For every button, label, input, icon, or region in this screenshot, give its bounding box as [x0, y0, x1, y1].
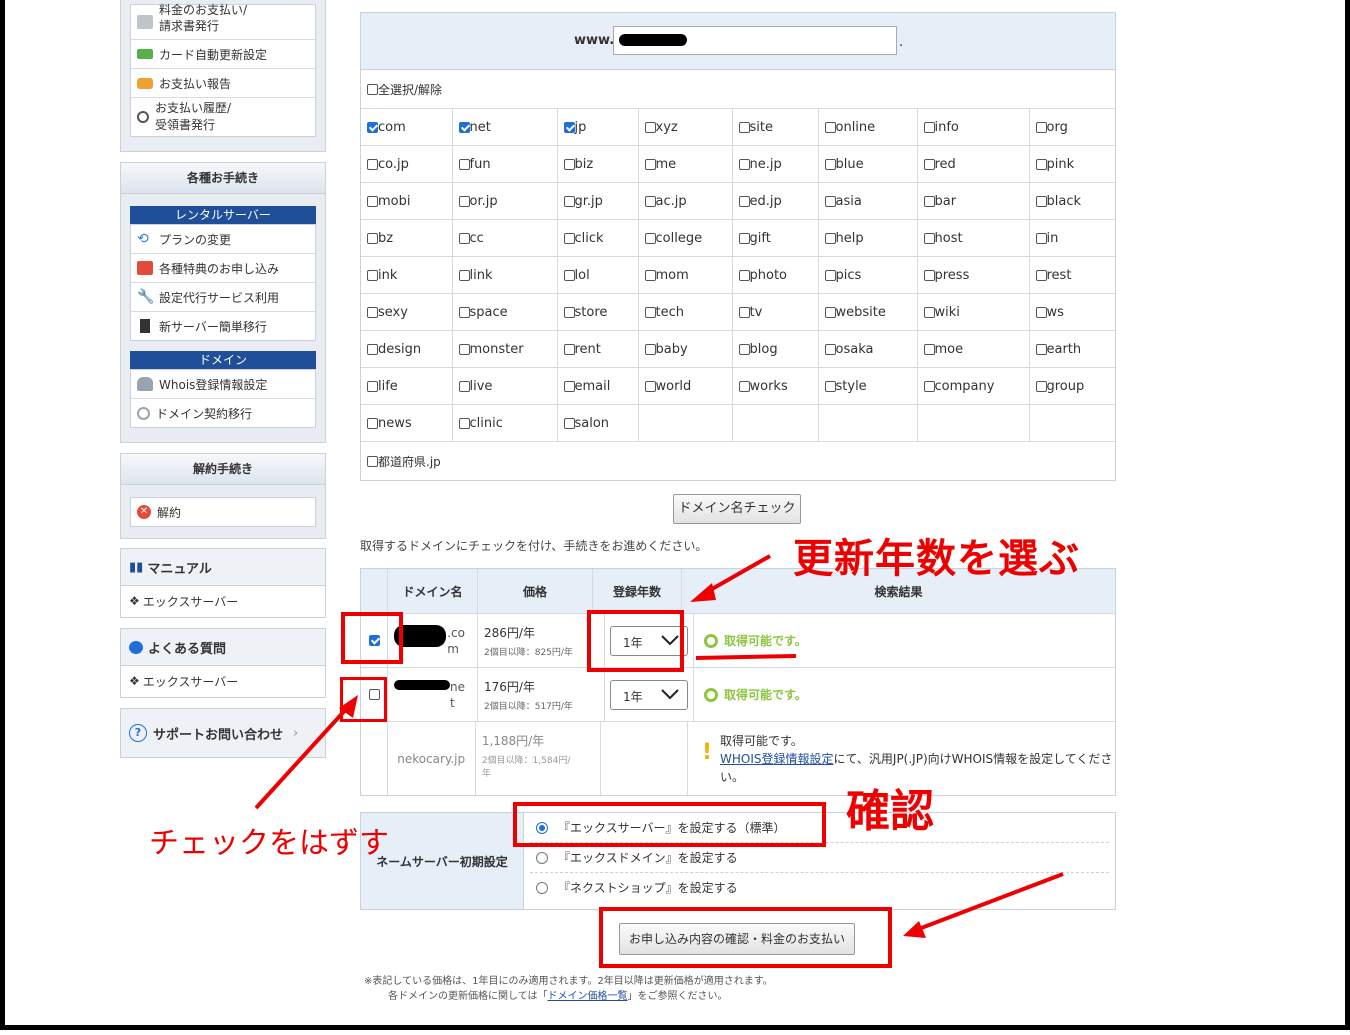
- annotation-select-years: 更新年数を選ぶ: [793, 536, 1080, 582]
- arrow-to-checkbox: [254, 705, 350, 810]
- arrow-to-submit: [915, 872, 1064, 932]
- arrowhead: [690, 583, 716, 602]
- underline-mark: [695, 654, 797, 660]
- arrow-to-years: [704, 554, 771, 595]
- annotation-arrows: [254, 554, 1064, 938]
- annotation-uncheck: チェックをはずす: [149, 826, 389, 861]
- annotation-confirm: 確認: [846, 786, 934, 837]
